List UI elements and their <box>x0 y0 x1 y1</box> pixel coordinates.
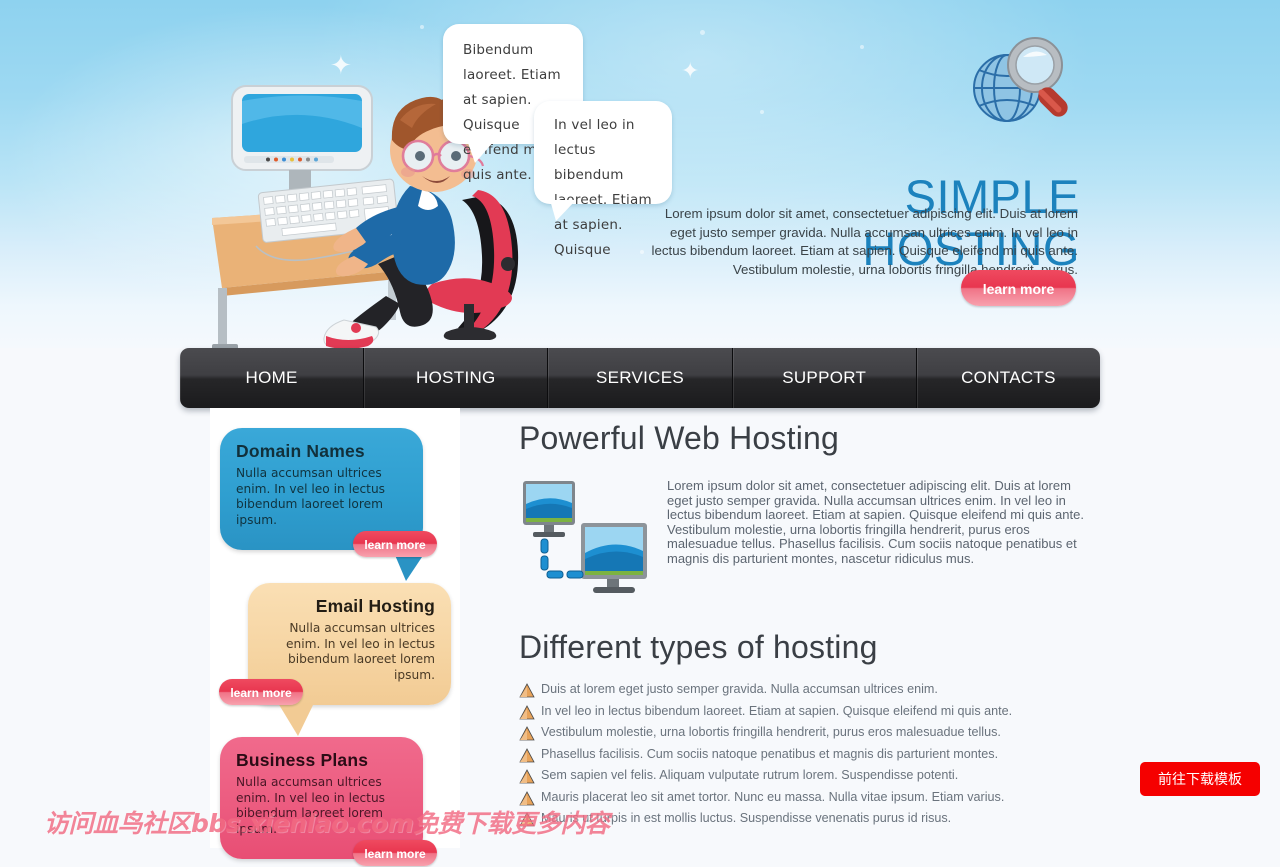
bubble-tail <box>550 200 576 221</box>
sparkle-dot <box>700 30 705 35</box>
nav-item-label: SUPPORT <box>782 368 867 387</box>
sparkle-dot <box>420 25 424 29</box>
list-item: Sem sapien vel felis. Aliquam vulputate … <box>519 768 1089 784</box>
powerful-web-hosting-heading: Powerful Web Hosting <box>519 420 839 456</box>
hero-learn-more-button[interactable]: learn more <box>961 270 1076 306</box>
nav-item-label: SERVICES <box>595 368 685 387</box>
nav-item-services[interactable]: SERVICES <box>548 348 733 408</box>
nav-item-home[interactable]: HOME <box>180 348 365 408</box>
list-item-text: Phasellus facilisis. Cum sociis natoque … <box>541 746 999 761</box>
watermark-text: 访问血鸟社区bbs.xienlao.com免费下载更多内容 <box>44 809 610 838</box>
warning-triangle-icon <box>519 726 535 741</box>
list-item-text: Vestibulum molestie, urna lobortis fring… <box>541 725 1001 739</box>
different-types-heading: Different types of hosting <box>519 629 878 665</box>
download-template-button[interactable]: 前往下载模板 <box>1140 762 1260 796</box>
sidebar-bubble-title: Domain Names <box>236 441 365 461</box>
list-item: Duis at lorem eget justo semper gravida.… <box>519 682 1089 698</box>
powerful-hosting-text: Lorem ipsum dolor sit amet, consectetuer… <box>667 478 1084 566</box>
list-item: Phasellus facilisis. Cum sociis natoque … <box>519 747 1089 763</box>
warning-triangle-icon <box>519 683 535 698</box>
sidebar-bubble-text: Nulla accumsan ultrices enim. In vel leo… <box>236 466 386 527</box>
nav-item-contacts[interactable]: CONTACTS <box>916 348 1100 408</box>
list-item: In vel leo in lectus bibendum laoreet. E… <box>519 704 1089 720</box>
sidebar-bubble-title: Email Hosting <box>315 596 435 616</box>
nav-item-support[interactable]: SUPPORT <box>732 348 917 408</box>
hero-description: Lorem ipsum dolor sit amet, consectetuer… <box>651 206 1079 277</box>
learn-more-button-email-hosting[interactable]: learn more <box>219 679 303 705</box>
bubble-tail <box>278 703 314 736</box>
bubble-tail <box>467 140 495 163</box>
nav-item-hosting[interactable]: HOSTING <box>364 348 549 408</box>
sparkle-icon: ✦ <box>681 58 700 83</box>
nav-item-label: HOSTING <box>416 368 496 387</box>
sparkle-dot <box>640 250 644 254</box>
list-item: Vestibulum molestie, urna lobortis fring… <box>519 725 1089 741</box>
list-item-text: In vel leo in lectus bibendum laoreet. E… <box>541 703 1013 718</box>
warning-triangle-icon <box>519 747 535 762</box>
warning-triangle-icon <box>519 704 535 719</box>
learn-more-button-domain-names[interactable]: learn more <box>353 531 437 557</box>
sparkle-dot <box>860 45 864 49</box>
sparkle-icon: ✦ <box>330 50 352 80</box>
hero-bubble-2-text: In vel leo in lectus bibendum laoreet. E… <box>554 117 652 258</box>
main-navigation: HOME HOSTING SERVICES SUPPORT CONTACTS <box>180 348 1100 408</box>
two-monitors-network-icon <box>523 481 647 593</box>
hero-speech-bubble-2: In vel leo in lectus bibendum laoreet. E… <box>534 101 672 258</box>
nav-item-label: CONTACTS <box>961 368 1056 387</box>
nav-item-label: HOME <box>245 368 298 387</box>
sidebar-bubble-title: Business Plans <box>236 750 369 770</box>
powerful-hosting-block: Lorem ipsum dolor sit amet, consectetuer… <box>519 478 1089 601</box>
globe-search-icon <box>973 37 1068 122</box>
main-content: Powerful Web Hosting Lorem ipsum dolor s… <box>519 420 1089 833</box>
warning-triangle-icon <box>519 769 535 784</box>
list-item-text: Sem sapien vel felis. Aliquam vulputate … <box>541 768 959 782</box>
list-item-text: Mauris placerat leo sit amet tortor. Nun… <box>541 789 1005 804</box>
sidebar-bubble-text: Nulla accumsan ultrices enim. In vel leo… <box>285 621 435 682</box>
learn-more-button-business-plans[interactable]: learn more <box>353 840 437 866</box>
list-item-text: Duis at lorem eget justo semper gravida.… <box>541 682 938 696</box>
sparkle-dot <box>760 110 764 114</box>
hero-banner: ✦ ✦ ✦ <box>0 0 1280 348</box>
